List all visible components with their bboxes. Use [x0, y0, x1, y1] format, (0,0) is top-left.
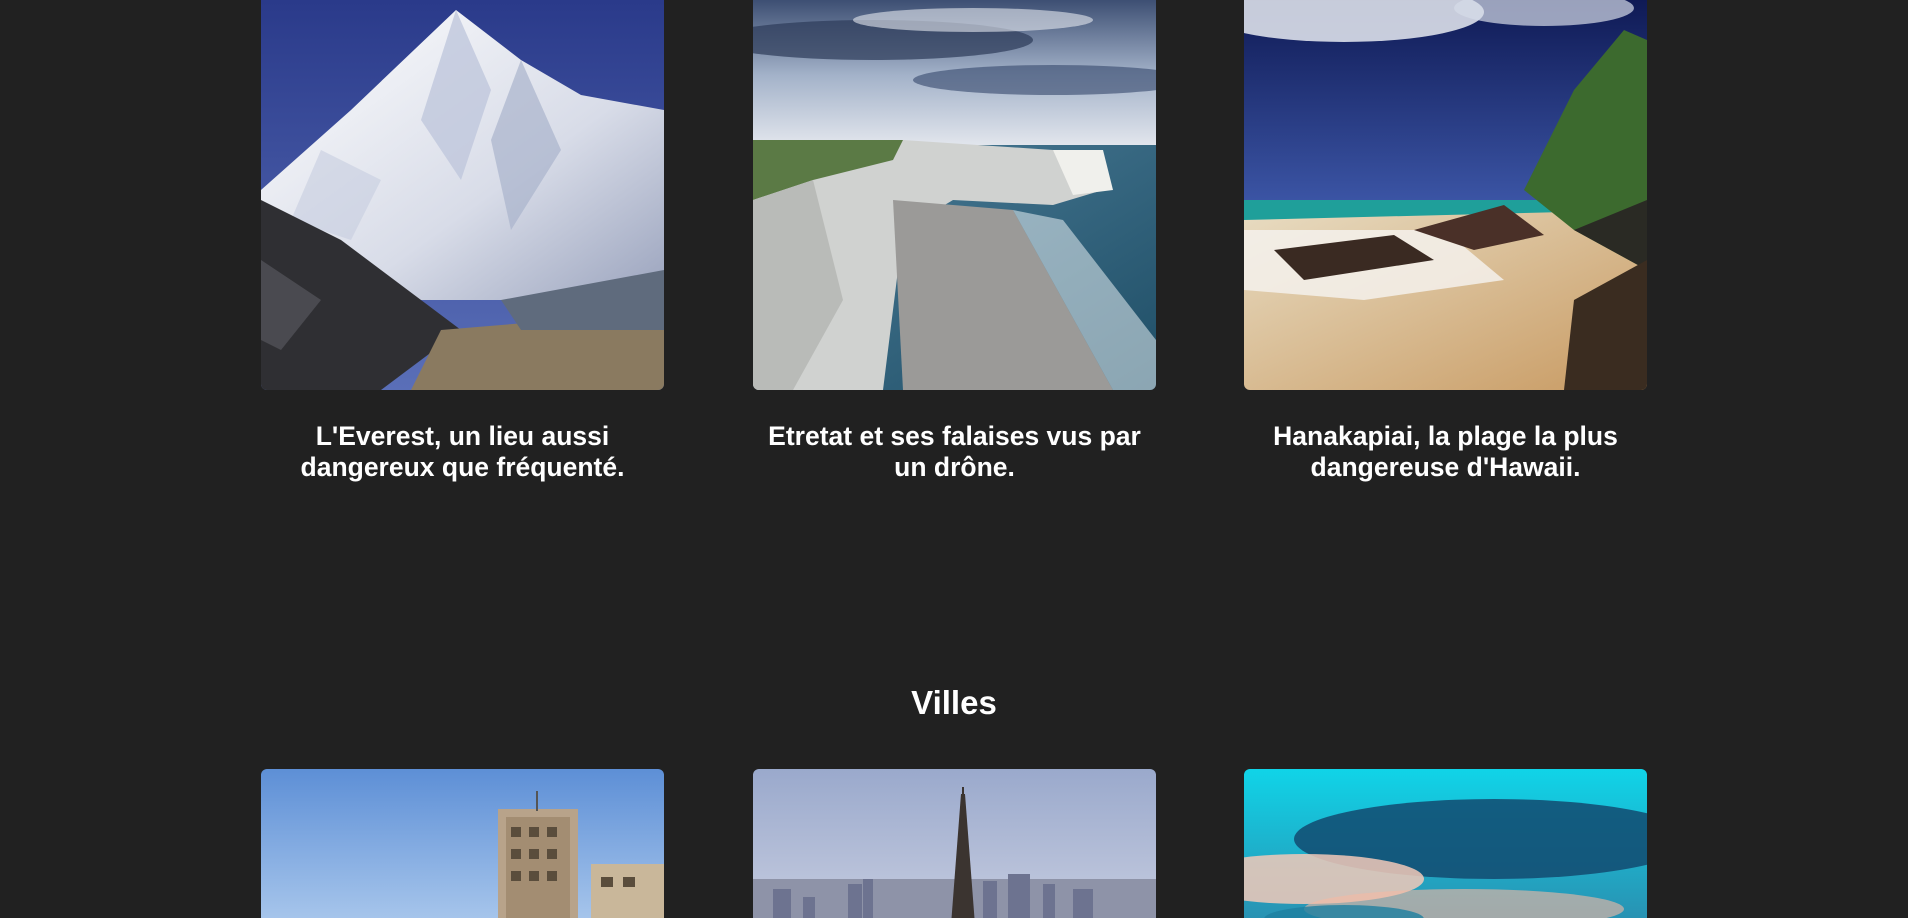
everest-caption: L'Everest, un lieu aussi dangereux que f…: [300, 421, 625, 482]
villes-card-row: [0, 769, 1908, 918]
everest-card[interactable]: L'Everest, un lieu aussi dangereux que f…: [261, 0, 664, 483]
hanakapiai-card[interactable]: Hanakapiai, la plage la plus dangereuse …: [1244, 0, 1647, 483]
turquoise-sky-photo[interactable]: [1244, 769, 1647, 918]
city-card-3[interactable]: [1244, 769, 1647, 918]
city-card-1[interactable]: [261, 769, 664, 918]
page: L'Everest, un lieu aussi dangereux que f…: [0, 0, 1908, 918]
etretat-card[interactable]: Etretat et ses falaises vus par un drône…: [753, 0, 1156, 483]
everest-photo[interactable]: [261, 0, 664, 390]
city-building-photo[interactable]: [261, 769, 664, 918]
etretat-cliffs-photo[interactable]: [753, 0, 1156, 390]
etretat-caption: Etretat et ses falaises vus par un drône…: [768, 421, 1141, 482]
city-card-2[interactable]: [753, 769, 1156, 918]
hanakapiai-caption: Hanakapiai, la plage la plus dangereuse …: [1273, 421, 1618, 482]
paris-eiffel-tower-photo[interactable]: [753, 769, 1156, 918]
hanakapiai-beach-photo[interactable]: [1244, 0, 1647, 390]
villes-section-title: Villes: [911, 684, 997, 721]
